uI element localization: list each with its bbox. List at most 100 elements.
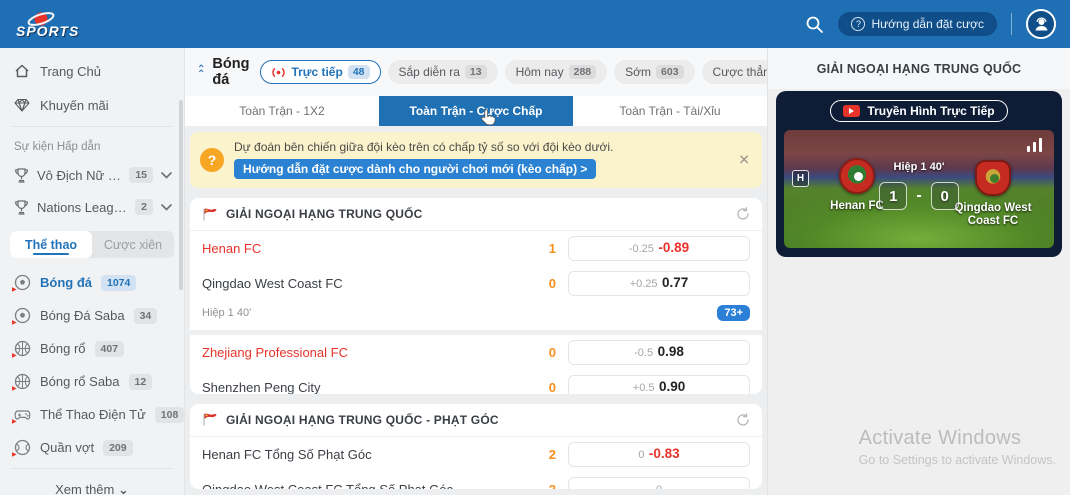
- home-score: 1: [879, 182, 907, 210]
- tab-sports[interactable]: Thể thao: [10, 231, 92, 258]
- live-video-card: Truyền Hình Trực Tiếp H Henan FC Qingdao…: [776, 91, 1062, 257]
- sidebar-item-label: Trang Chủ: [40, 64, 101, 79]
- filter-label: Cược thẳng: [713, 65, 767, 79]
- odds-row-henan-corners: Henan FC Tổng Số Phạt Góc 2 0 -0.83: [190, 437, 762, 472]
- chevron-down-icon[interactable]: [161, 204, 172, 211]
- sidebar-item-promotions[interactable]: Khuyến mãi: [0, 88, 184, 122]
- live-tv-button[interactable]: Truyền Hình Trực Tiếp: [830, 100, 1007, 122]
- chevron-down-icon[interactable]: [161, 172, 172, 179]
- match-period: Hiệp 1 40': [784, 161, 1054, 173]
- topbar-divider: [1011, 13, 1012, 35]
- handicap-value: 0: [638, 449, 644, 461]
- sidebar-item-home[interactable]: Trang Chủ: [0, 54, 184, 88]
- search-icon[interactable]: [805, 15, 824, 34]
- tab-fulltime-1x2[interactable]: Toàn Trận - 1X2: [185, 96, 379, 126]
- tab-fulltime-overunder[interactable]: Toàn Trận - Tài/Xỉu: [573, 96, 767, 126]
- league-header: GIẢI NGOẠI HẠNG TRUNG QUỐC - PHẠT GÓC: [190, 404, 762, 437]
- sport-count-badge: 1074: [101, 275, 136, 291]
- filter-label: Sớm: [625, 65, 651, 79]
- sidebar-sport-esports[interactable]: ▶ Thể Thao Điện Tử 108: [0, 398, 184, 431]
- team-name: Henan FC Tổng Số Phạt Góc: [202, 447, 530, 462]
- football-icon: ▶: [14, 307, 31, 324]
- odds-button[interactable]: +0.25 0.77: [568, 271, 750, 296]
- show-more-button[interactable]: Xem thêm ⌄: [0, 473, 184, 495]
- more-markets-badge[interactable]: 73+: [717, 305, 750, 321]
- odds-value: 0.98: [658, 344, 684, 359]
- league-header: GIẢI NGOẠI HẠNG TRUNG QUỐC: [190, 198, 762, 231]
- team-name: Qingdao West Coast FC Tổng Số Phạt Góc: [202, 482, 530, 489]
- filter-today[interactable]: Hôm nay 288: [505, 60, 608, 84]
- filter-upcoming[interactable]: Sắp diễn ra 13: [388, 60, 498, 84]
- odds-value: 0.77: [662, 275, 688, 290]
- sport-title: Bóng đá: [212, 56, 249, 88]
- team-name: Henan FC: [202, 241, 530, 256]
- topbar-actions: ? Hướng dẫn đặt cược: [805, 9, 1056, 39]
- odds-row-henan: Henan FC 1 -0.25 -0.89: [190, 231, 762, 266]
- sidebar-sport-saba-basketball[interactable]: ▶ Bóng rổ Saba 12: [0, 365, 184, 398]
- football-icon: ▶: [14, 274, 31, 291]
- odds-value: -0.83: [649, 446, 680, 461]
- stats-bars-icon[interactable]: [1026, 138, 1044, 152]
- user-avatar-icon[interactable]: [1026, 9, 1056, 39]
- new-player-guide-link[interactable]: Hướng dẫn đặt cược dành cho người chơi m…: [234, 159, 596, 179]
- filter-live[interactable]: Trực tiếp 48: [260, 60, 380, 84]
- team-score: 1: [530, 241, 556, 256]
- tab-fulltime-handicap[interactable]: Toàn Trận - Cược Chấp: [379, 96, 573, 126]
- odds-button[interactable]: -0.25 -0.89: [568, 236, 750, 261]
- sidebar-sport-saba-football[interactable]: ▶ Bóng Đá Saba 34: [0, 299, 184, 332]
- sport-label: Bóng rổ Saba: [40, 374, 120, 389]
- sport-label: Bóng đá: [40, 275, 92, 290]
- tab-parlay[interactable]: Cược xiên: [92, 231, 174, 258]
- filter-early[interactable]: Sớm 603: [614, 60, 694, 84]
- refresh-icon[interactable]: [736, 207, 750, 221]
- live-tv-label: Truyền Hình Trực Tiếp: [867, 104, 994, 118]
- question-mark-icon: ?: [200, 148, 224, 172]
- odds-button[interactable]: 0 -0.83: [568, 442, 750, 467]
- league-name: GIẢI NGOẠI HẠNG TRUNG QUỐC - PHẠT GÓC: [226, 413, 728, 427]
- sidebar-event-womens-championship[interactable]: Vô Địch Nữ Châu... 15: [0, 159, 184, 191]
- team-score: 2: [530, 447, 556, 462]
- team-score: 2: [530, 482, 556, 489]
- collapse-icon[interactable]: ⌃⌃: [197, 67, 205, 77]
- odds-value: 0.90: [659, 379, 685, 394]
- league-name: GIẢI NGOẠI HẠNG TRUNG QUỐC: [226, 207, 728, 221]
- sidebar: Trang Chủ Khuyến mãi Sự kiện Hấp dẫn Vô …: [0, 48, 185, 495]
- home-icon: [14, 63, 30, 79]
- team-score: 0: [530, 380, 556, 394]
- content-area: Trang Chủ Khuyến mãi Sự kiện Hấp dẫn Vô …: [0, 48, 1070, 495]
- score-dash: -: [916, 187, 921, 205]
- sidebar-divider: [12, 468, 172, 469]
- windows-activation-watermark: Activate Windows Go to Settings to activ…: [859, 427, 1056, 467]
- sport-label: Bóng Đá Saba: [40, 308, 125, 323]
- esports-icon: ▶: [14, 406, 31, 423]
- panel-league-title: GIẢI NGOẠI HẠNG TRUNG QUỐC: [768, 48, 1070, 89]
- refresh-icon[interactable]: [736, 413, 750, 427]
- sports-logo[interactable]: SPORTS: [16, 10, 79, 38]
- sport-label: Thể Thao Điện Tử: [40, 407, 146, 422]
- sidebar-item-label: Khuyến mãi: [40, 98, 109, 113]
- odds-row-zhejiang: Zhejiang Professional FC 0 -0.5 0.98: [190, 335, 762, 370]
- chevron-down-icon: ⌄: [118, 482, 129, 495]
- sidebar-event-nations-league[interactable]: Nations League 2: [0, 191, 184, 223]
- stadium-preview[interactable]: H Henan FC Qingdao West Coast FC Hiệp 1 …: [784, 130, 1054, 248]
- sidebar-scrollbar[interactable]: [179, 100, 183, 290]
- show-more-label: Xem thêm: [55, 482, 114, 495]
- sidebar-sport-basketball[interactable]: ▶ Bóng rổ 407: [0, 332, 184, 365]
- odds-button[interactable]: -0.5 0.98: [568, 340, 750, 365]
- sidebar-sport-tennis[interactable]: ▶ Quần vợt 209: [0, 431, 184, 464]
- odds-button[interactable]: 0: [568, 477, 750, 489]
- sidebar-sport-football[interactable]: ▶ Bóng đá 1074: [0, 266, 184, 299]
- betting-guide-button[interactable]: ? Hướng dẫn đặt cược: [838, 12, 997, 36]
- china-flag-icon: [202, 208, 218, 221]
- filter-straight[interactable]: Cược thẳng 122: [702, 60, 767, 84]
- sport-count-badge: 209: [103, 440, 133, 456]
- market-tabs: Toàn Trận - 1X2 Toàn Trận - Cược Chấp To…: [185, 96, 767, 126]
- event-count-badge: 15: [129, 167, 153, 183]
- filter-count: 48: [348, 65, 370, 79]
- sport-filter-row: ⌃⌃ Bóng đá Trực tiếp 48 Sắp diễn ra 13 H…: [185, 48, 767, 96]
- filter-count: 13: [465, 65, 487, 79]
- odds-button[interactable]: +0.5 0.90: [568, 375, 750, 394]
- watermark-title: Activate Windows: [859, 427, 1056, 450]
- handicap-value: -0.25: [629, 243, 654, 255]
- close-icon[interactable]: ✕: [738, 152, 750, 169]
